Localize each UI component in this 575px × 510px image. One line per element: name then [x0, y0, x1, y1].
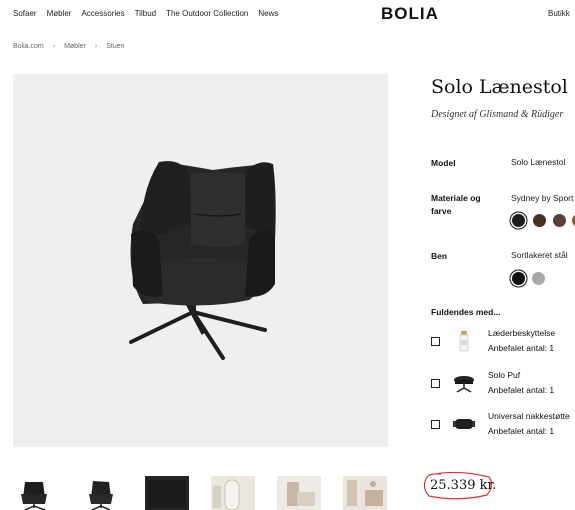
pouf-icon: [451, 370, 477, 396]
addon-quantity: Anbefalet antal: 1: [488, 426, 555, 436]
main-menu: Sofaer Møbler Accessories Tilbud The Out…: [13, 9, 278, 18]
top-navigation: Sofaer Møbler Accessories Tilbud The Out…: [0, 0, 575, 30]
model-label: Model: [431, 158, 456, 168]
addon-quantity: Anbefalet antal: 1: [488, 385, 555, 395]
nav-link-tilbud[interactable]: Tilbud: [135, 9, 157, 18]
addon-row: Læderbeskyttelse Anbefalet antal: 1: [431, 328, 575, 358]
addon-checkbox[interactable]: [431, 420, 440, 429]
thumbnail-interior-3[interactable]: [343, 476, 387, 510]
addon-name[interactable]: Læderbeskyttelse: [488, 328, 575, 338]
addons-heading: Fuldendes med...: [431, 307, 501, 317]
nav-link-accessories[interactable]: Accessories: [81, 9, 124, 18]
addon-quantity: Anbefalet antal: 1: [488, 343, 555, 353]
breadcrumb-living-room[interactable]: Stuen: [106, 43, 124, 50]
thumbnail-interior-1[interactable]: [211, 476, 255, 510]
breadcrumb-home[interactable]: Bolia.com: [13, 43, 44, 50]
armchair-image: [129, 161, 276, 360]
breadcrumb: Bolia.com › Møbler › Stuen: [13, 43, 125, 50]
product-title: Solo Lænestol: [431, 76, 568, 98]
nav-link-mobler[interactable]: Møbler: [47, 9, 72, 18]
material-swatch-dark-brown[interactable]: [553, 214, 566, 227]
thumbnail-chair-side[interactable]: [79, 476, 123, 510]
thumbnail-interior-2[interactable]: [277, 476, 321, 510]
headrest-icon: [451, 411, 477, 437]
addon-name[interactable]: Solo Puf: [488, 370, 575, 380]
thumbnail-chair-front[interactable]: [13, 476, 57, 510]
material-swatch-black[interactable]: [512, 214, 525, 227]
legs-label: Ben: [431, 251, 448, 261]
bottle-icon: [451, 328, 477, 354]
material-swatch-brown[interactable]: [533, 214, 546, 227]
model-value[interactable]: Solo Lænestol: [511, 157, 575, 167]
nav-link-sofaer[interactable]: Sofaer: [13, 9, 37, 18]
addon-checkbox[interactable]: [431, 379, 440, 388]
product-price: 25.339 kr.: [430, 478, 497, 493]
site-logo[interactable]: BOLIA: [381, 4, 439, 24]
nav-link-outdoor-collection[interactable]: The Outdoor Collection: [166, 9, 248, 18]
material-label: Materiale og farve: [431, 193, 481, 216]
addon-row: Universal nakkestøtte Anbefalet antal: 1: [431, 411, 575, 441]
product-designer: Designet af Glismand & Rüdiger: [431, 109, 564, 120]
addon-row: Solo Puf Anbefalet antal: 1: [431, 370, 575, 400]
thumbnail-strip: [13, 474, 388, 510]
material-value[interactable]: Sydney by Sport: [511, 193, 575, 203]
legs-swatch-black[interactable]: [512, 272, 525, 285]
legs-swatch-grey[interactable]: [532, 272, 545, 285]
chevron-right-icon: ›: [94, 43, 98, 50]
nav-link-news[interactable]: News: [258, 9, 278, 18]
nav-link-stores[interactable]: Butikk: [548, 9, 575, 18]
addon-name[interactable]: Universal nakkestøtte: [488, 411, 575, 421]
breadcrumb-furniture[interactable]: Møbler: [64, 43, 86, 50]
legs-value[interactable]: Sortlakeret stål: [511, 250, 575, 260]
addon-checkbox[interactable]: [431, 337, 440, 346]
chevron-right-icon: ›: [52, 43, 56, 50]
product-main-image[interactable]: [13, 74, 388, 447]
thumbnail-leather-detail[interactable]: [145, 476, 189, 510]
